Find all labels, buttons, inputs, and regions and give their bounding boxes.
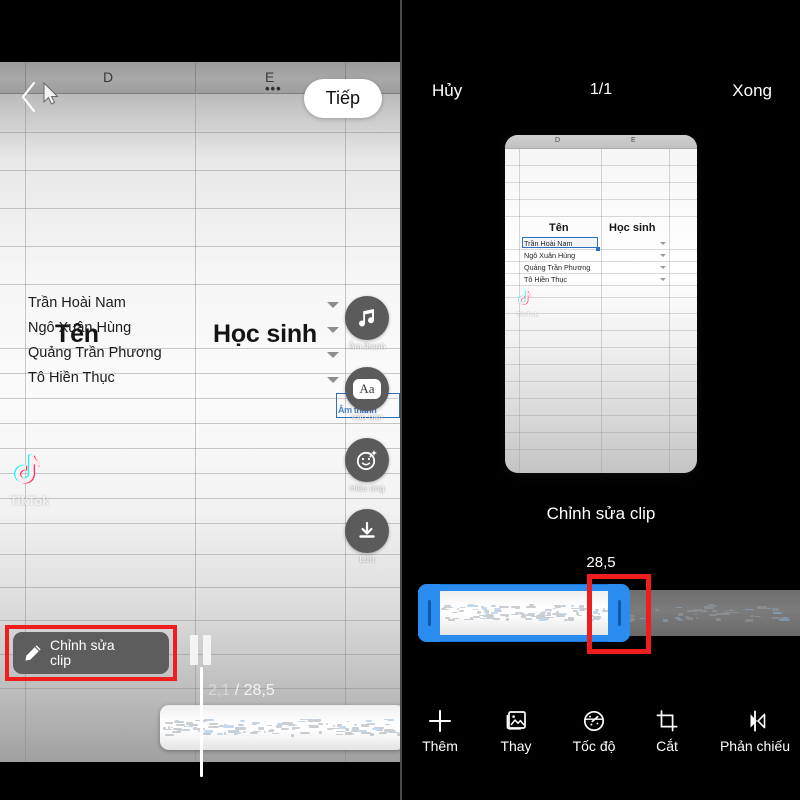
done-button[interactable]: Xong <box>726 78 778 104</box>
timeline-selection-frames <box>440 591 608 635</box>
tiktok-watermark: TikTok <box>10 454 62 508</box>
clip-bottom-toolbar: Thêm Thay Tốc độ Cắt Phản chiếu <box>402 694 800 794</box>
toolbar-mirror-button[interactable]: Phản chiếu <box>700 704 800 754</box>
timeline-trim-handle-left[interactable] <box>418 584 440 642</box>
clip-preview-card[interactable]: D E Tên Học sinh Trần Hoài Nam Ngô Xuân … <box>505 135 697 473</box>
tool-effects-label: Hiệu ứng <box>339 483 395 493</box>
chevron-down-icon[interactable] <box>327 327 339 333</box>
three-dots-icon[interactable]: ••• <box>265 86 282 92</box>
next-button[interactable]: Tiếp <box>304 79 382 118</box>
tool-audio[interactable]: Âm thanh <box>339 296 395 351</box>
preview-selection-handle <box>596 247 600 251</box>
preview-column-e: E <box>631 137 636 144</box>
screenshot-root: D E ••• Tên Học sinh Trần Hoài Nam Ngô X… <box>0 0 800 800</box>
sheet-row-name: Trần Hoài Nam <box>28 295 126 311</box>
download-icon <box>345 509 389 553</box>
sheet-title-hoc-sinh: Học sinh <box>213 320 317 349</box>
toolbar-replace-label: Thay <box>500 738 531 754</box>
toolbar-add-button[interactable]: Thêm <box>402 704 478 754</box>
time-readout: 2,1 / 28,5 <box>208 682 275 700</box>
tool-save[interactable]: Lưu <box>339 509 395 564</box>
timeline-frame-thumbnails <box>160 705 400 750</box>
mouse-pointer-icon <box>42 82 60 108</box>
toolbar-replace-button[interactable]: Thay <box>478 704 554 754</box>
preview-title-hoc-sinh: Học sinh <box>609 222 655 234</box>
timeline-highlight-box <box>587 574 651 654</box>
edit-clip-label-line1: Chỉnh sửa <box>50 637 115 653</box>
time-total: 28,5 <box>244 682 275 699</box>
panel-divider <box>400 0 402 800</box>
left-panel-video-editor: D E ••• Tên Học sinh Trần Hoài Nam Ngô X… <box>0 0 400 800</box>
pencil-icon <box>23 643 43 663</box>
clip-duration-label: 28,5 <box>402 554 800 571</box>
toolbar-mirror-label: Phản chiếu <box>720 738 790 754</box>
toolbar-add-label: Thêm <box>422 738 458 754</box>
preview-row-name: Ngô Xuân Hùng <box>524 251 575 260</box>
playhead-indicator[interactable] <box>200 667 203 777</box>
speed-gauge-icon <box>554 704 634 738</box>
chevron-down-icon <box>660 254 666 257</box>
chevron-down-icon <box>660 242 666 245</box>
tiktok-note-icon <box>10 454 40 488</box>
chevron-down-icon[interactable] <box>327 302 339 308</box>
tool-text[interactable]: Aa Văn bản <box>339 367 395 422</box>
sheet-row-name: Ngô Xuân Hùng <box>28 320 131 336</box>
pause-icon[interactable] <box>190 635 211 665</box>
crop-icon <box>634 704 700 738</box>
chevron-down-icon[interactable] <box>327 377 339 383</box>
tool-effects[interactable]: Hiệu ứng <box>339 438 395 493</box>
music-note-icon <box>345 296 389 340</box>
tool-text-label: Văn bản <box>339 412 395 422</box>
preview-tiktok-watermark: TikTok <box>516 290 548 319</box>
clip-edit-caption: Chỉnh sửa clip <box>402 504 800 524</box>
preview-row-name: Tô Hiền Thục <box>524 275 567 284</box>
tool-save-label: Lưu <box>339 554 395 564</box>
preview-title-ten: Tên <box>549 222 569 234</box>
preview-watermark-text: TikTok <box>516 311 548 318</box>
plus-icon <box>402 704 478 738</box>
mirror-flip-icon <box>700 704 800 738</box>
toolbar-crop-button[interactable]: Cắt <box>634 704 700 754</box>
toolbar-speed-button[interactable]: Tốc độ <box>554 704 634 754</box>
edit-clip-button[interactable]: Chỉnh sửa clip <box>13 632 169 674</box>
sheet-row-name: Quảng Trần Phương <box>28 345 162 361</box>
right-panel-clip-editor: Hủy 1/1 Xong D E Tên Học sinh Trần Hoài … <box>402 0 800 800</box>
editor-tool-rail: Âm thanh Aa Văn bản Hiệu ứng Lưu <box>339 296 395 580</box>
back-chevron-left-icon[interactable] <box>18 80 40 114</box>
chevron-down-icon <box>660 266 666 269</box>
clip-editor-header: Hủy 1/1 Xong <box>402 78 800 112</box>
time-separator: / <box>235 682 239 699</box>
effects-smiley-icon <box>345 438 389 482</box>
replace-image-icon <box>478 704 554 738</box>
toolbar-speed-label: Tốc độ <box>573 738 616 754</box>
tiktok-watermark-text: TikTok <box>10 494 62 508</box>
chevron-down-icon[interactable] <box>327 352 339 358</box>
preview-column-headers: D E <box>505 135 697 149</box>
chevron-down-icon <box>660 278 666 281</box>
column-header-d: D <box>103 69 113 85</box>
mini-timeline-strip[interactable] <box>160 705 400 750</box>
preview-row-name: Quảng Trần Phương <box>524 263 590 272</box>
preview-column-d: D <box>555 137 560 144</box>
text-aa-icon: Aa <box>345 367 389 411</box>
preview-selected-cell-outline <box>522 237 598 248</box>
edit-clip-label-line2: clip <box>50 652 71 668</box>
sheet-row-name: Tô Hiền Thục <box>28 370 115 386</box>
toolbar-crop-label: Cắt <box>656 738 678 754</box>
time-current: 2,1 <box>208 682 230 699</box>
tool-audio-label: Âm thanh <box>339 341 395 351</box>
clip-timeline[interactable] <box>402 580 800 646</box>
tiktok-note-icon <box>516 290 531 307</box>
